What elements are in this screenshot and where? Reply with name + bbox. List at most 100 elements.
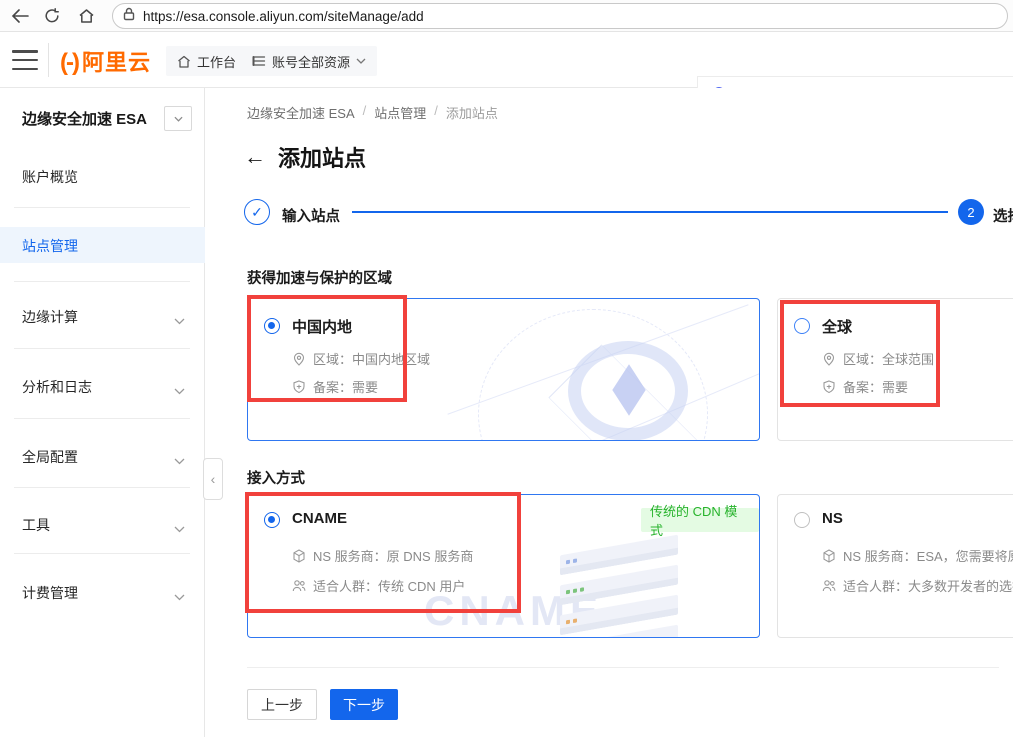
back-arrow-icon[interactable]: ← [244, 146, 266, 168]
radio-selected-icon[interactable] [264, 512, 280, 528]
ns-line-text: NS 服务商：原 DNS 服务商 [313, 546, 473, 565]
ns-line-text: NS 服务商：ESA，您需要将原 DNS [843, 546, 1013, 565]
browser-back-icon[interactable] [8, 4, 32, 28]
collapse-chevron-icon: ‹ [211, 471, 216, 487]
location-pin-icon [822, 352, 836, 366]
ns-provider-line: NS 服务商：原 DNS 服务商 [292, 546, 473, 565]
sidebar-item-site-manage[interactable]: 站点管理 [0, 227, 205, 263]
beian-info-line: 备案：需要 [822, 377, 908, 396]
people-icon [822, 579, 836, 592]
chevron-down-icon [356, 58, 366, 64]
app-header: (-) 阿里云 工作台 账号全部资源 [0, 33, 1013, 88]
breadcrumb-item-esa[interactable]: 边缘安全加速 ESA [247, 103, 355, 122]
ns-provider-line: NS 服务商：ESA，您需要将原 DNS [822, 546, 1013, 565]
sidebar-item-label: 工具 [22, 515, 50, 535]
hamburger-menu-icon[interactable] [12, 50, 38, 70]
beian-line-text: 备案：需要 [313, 377, 378, 396]
beian-line-text: 备案：需要 [843, 377, 908, 396]
sidebar-item-analytics-logs[interactable]: 分析和日志 [0, 376, 205, 398]
account-resources-button[interactable]: 账号全部资源 [241, 46, 377, 76]
beian-info-line: 备案：需要 [292, 377, 378, 396]
browser-address-bar[interactable]: https://esa.console.aliyun.com/siteManag… [112, 3, 1008, 29]
chevron-down-icon [174, 452, 185, 468]
step2-circle: 2 [958, 199, 984, 225]
sidebar-divider [14, 207, 190, 208]
region-section-title: 获得加速与保护的区域 [247, 267, 392, 288]
screen: https://esa.console.aliyun.com/siteManag… [0, 0, 1013, 737]
region-line-text: 区域：全球范围 [843, 349, 934, 368]
product-switcher: 边缘安全加速 ESA [22, 106, 192, 131]
access-card-cname[interactable]: CNAME CNAME 传统的 CDN 模式 NS 服务商：原 DNS 服务商 … [247, 494, 760, 638]
sidebar-collapse-button[interactable]: ‹ [203, 458, 223, 500]
sidebar-divider [14, 553, 190, 554]
browser-refresh-icon[interactable] [40, 4, 64, 28]
browser-bar: https://esa.console.aliyun.com/siteManag… [0, 0, 1013, 32]
chevron-down-icon [174, 588, 185, 604]
people-line-text: 适合人群：传统 CDN 用户 [313, 576, 465, 595]
card-title: CNAME [292, 510, 347, 527]
stepper-connector [352, 211, 948, 213]
browser-home-icon[interactable] [74, 4, 98, 28]
breadcrumb-item-site-manage[interactable]: 站点管理 [374, 103, 426, 122]
chevron-down-icon [174, 520, 185, 536]
server-stack-illustration [560, 545, 700, 638]
header-divider [48, 43, 49, 77]
sidebar-item-global-config[interactable]: 全局配置 [0, 446, 205, 468]
main-content: 边缘安全加速 ESA / 站点管理 / 添加站点 ← 添加站点 ✓ 输入站点 2… [206, 88, 1013, 737]
chevron-down-icon [174, 382, 185, 398]
sidebar-item-tools[interactable]: 工具 [0, 514, 205, 536]
breadcrumb-separator: / [363, 103, 367, 122]
audience-line: 适合人群：传统 CDN 用户 [292, 576, 465, 595]
breadcrumb-item-add-site: 添加站点 [446, 103, 498, 122]
access-section-title: 接入方式 [247, 467, 305, 488]
previous-step-button[interactable]: 上一步 [247, 689, 317, 720]
people-icon [292, 579, 306, 592]
audience-line: 适合人群：大多数开发者的选择 [822, 576, 1013, 595]
step1-label: 输入站点 [282, 205, 340, 226]
aliyun-logo[interactable]: (-) 阿里云 [60, 45, 151, 77]
aliyun-logo-text: 阿里云 [82, 45, 151, 77]
radio-unselected-icon[interactable] [794, 318, 810, 334]
check-icon: ✓ [251, 204, 263, 221]
sidebar-item-account-overview[interactable]: 账户概览 [0, 166, 205, 188]
footer-divider [247, 667, 999, 668]
radio-selected-icon[interactable] [264, 318, 280, 334]
beian-shield-icon [822, 380, 836, 394]
region-line-text: 区域：中国内地区域 [313, 349, 430, 368]
step2-number: 2 [967, 205, 974, 220]
url-text: https://esa.console.aliyun.com/siteManag… [143, 9, 424, 24]
resources-label: 账号全部资源 [272, 52, 350, 71]
breadcrumb-separator: / [434, 103, 438, 122]
sidebar-divider [14, 487, 190, 488]
sidebar-item-label: 边缘计算 [22, 307, 78, 327]
beian-shield-icon [292, 380, 306, 394]
sidebar-divider [14, 418, 190, 419]
lock-icon [123, 7, 135, 26]
chevron-down-icon [174, 312, 185, 328]
region-card-global[interactable]: 全球 区域：全球范围 备案：需要 [777, 298, 1013, 441]
region-card-china-mainland[interactable]: 中国内地 区域：中国内地区域 备案：需要 [247, 298, 760, 441]
resources-list-icon [252, 55, 266, 67]
sidebar-item-billing[interactable]: 计费管理 [0, 582, 205, 604]
page-title: 添加站点 [278, 141, 366, 173]
location-pin-icon [292, 352, 306, 366]
breadcrumb: 边缘安全加速 ESA / 站点管理 / 添加站点 [247, 103, 498, 122]
card-title: 全球 [822, 316, 852, 337]
product-dropdown-button[interactable] [164, 106, 192, 131]
aliyun-logo-mark: (-) [60, 49, 78, 77]
sidebar-divider [14, 348, 190, 349]
sidebar-item-label: 账户概览 [22, 167, 78, 187]
sidebar-item-edge-compute[interactable]: 边缘计算 [0, 306, 205, 328]
radio-unselected-icon[interactable] [794, 512, 810, 528]
home-icon [177, 55, 191, 68]
sidebar-item-label: 全局配置 [22, 447, 78, 467]
card-title: NS [822, 510, 843, 527]
region-card-illustration [498, 319, 758, 441]
region-info-line: 区域：全球范围 [822, 349, 934, 368]
cdn-mode-badge: 传统的 CDN 模式 [641, 508, 759, 532]
next-step-button[interactable]: 下一步 [330, 689, 398, 720]
access-card-ns[interactable]: NS NS 服务商：ESA，您需要将原 DNS 适合人群：大多数开发者的选择 [777, 494, 1013, 638]
workbench-button[interactable]: 工作台 [166, 46, 247, 76]
cube-icon [822, 549, 836, 563]
people-line-text: 适合人群：大多数开发者的选择 [843, 576, 1013, 595]
